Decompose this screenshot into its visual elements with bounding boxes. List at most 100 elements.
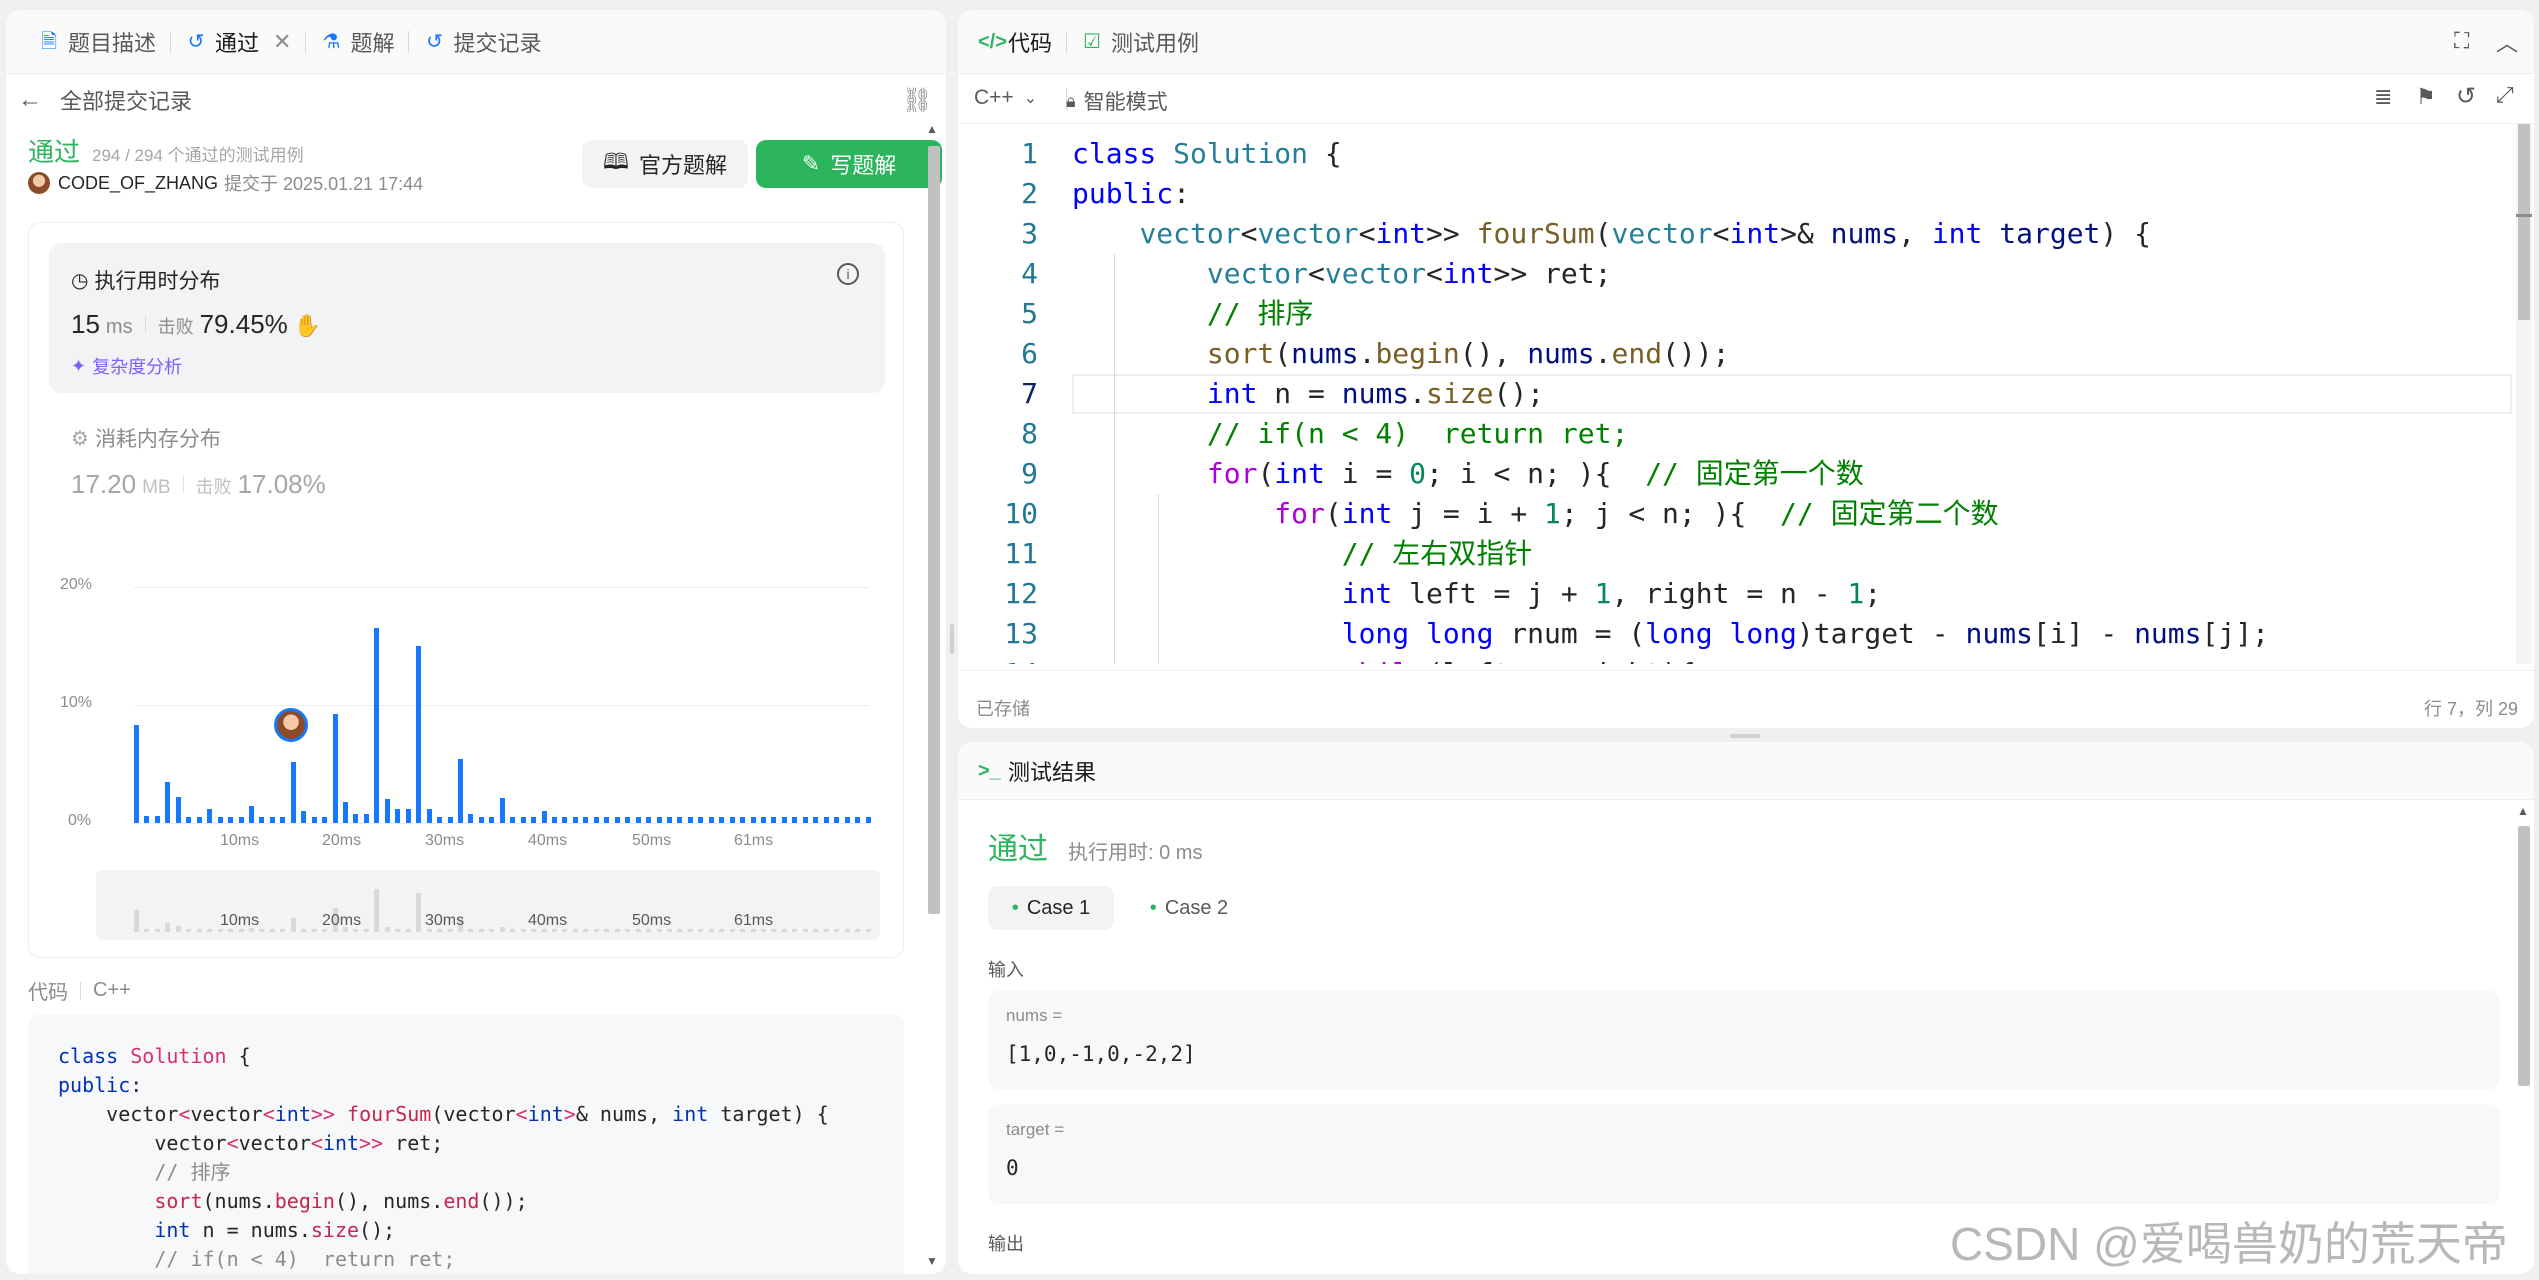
back-row[interactable]: ← 全部提交记录: [18, 80, 192, 120]
memory-box[interactable]: ⚙ 消耗内存分布 17.20 MB 击败 17.08%: [71, 423, 326, 500]
cursor-position: 行 7，列 29: [2424, 699, 2519, 719]
editor-toolbar: C++ ⌄ 🔒︎ 智能模式 ≣ ⚑ ↺ ⤢: [958, 74, 2534, 124]
case-1-tab[interactable]: • Case 1: [988, 886, 1114, 930]
link-icon[interactable]: ⛓: [902, 86, 932, 115]
line-number: 2: [1021, 177, 1038, 210]
line-number: 6: [1021, 337, 1038, 370]
line-number: 8: [1021, 417, 1038, 450]
left-scrollbar[interactable]: ▲ ▼: [924, 118, 942, 1274]
vertical-splitter[interactable]: [950, 624, 954, 654]
result-scrollbar[interactable]: ▲: [2514, 800, 2532, 1274]
tab-description[interactable]: 🗎 题目描述: [24, 10, 170, 74]
write-solution-button[interactable]: ✎ 写题解: [756, 140, 942, 188]
username[interactable]: CODE_OF_ZHANG: [58, 173, 218, 194]
user-row: CODE_OF_ZHANG 提交于 2025.01.21 17:44: [28, 170, 423, 196]
submitted-code-block: class Solution { public: vector<vector<i…: [28, 1014, 904, 1274]
left-tab-bar: 🗎 题目描述 ↺ 通过 ✕ ⚗ 题解 ↺ 提交记录: [6, 10, 946, 74]
param-name: target =: [1006, 1120, 1065, 1139]
line-number: 1: [1021, 137, 1038, 170]
line-number: 12: [1004, 577, 1038, 610]
code-icon: </>: [978, 30, 1007, 53]
test-result-panel: >_ 测试结果 通过 执行用时: 0 ms • Case 1 • Case 2 输入 …: [958, 742, 2534, 1274]
clap-icon: ✋: [293, 313, 322, 338]
lock-icon: 🔒︎: [1066, 90, 1076, 111]
runtime-title: 执行用时分布: [94, 270, 221, 293]
output-label: 输出: [988, 1234, 1024, 1254]
runtime-box[interactable]: ◷ 执行用时分布 i 15 ms 击败 79.45% ✋ ✦ 复杂度分析: [49, 243, 885, 393]
result-status: 通过: [988, 833, 1048, 866]
tab-submissions[interactable]: ↺ 提交记录: [409, 10, 555, 74]
code-label: 代码: [28, 982, 68, 1004]
editor-tab-bar: </> 代码 ☑ 测试用例 ⛶ ︿: [958, 10, 2534, 74]
history-icon: ↺: [426, 30, 443, 53]
editor-scroll-thumb[interactable]: [2518, 124, 2530, 320]
param-name: nums =: [1006, 1006, 1063, 1025]
submitted-at: 提交于 2025.01.21 17:44: [224, 174, 424, 194]
cases-passed: 294 / 294 个通过的测试用例: [92, 146, 304, 165]
tab-test-result[interactable]: >_ 测试结果: [964, 742, 1110, 800]
code-editor[interactable]: 1234567891011121314 class Solution { pub…: [958, 124, 2514, 664]
line-number: 5: [1021, 297, 1038, 330]
complexity-analysis-link[interactable]: ✦ 复杂度分析: [71, 353, 182, 379]
param-value: 0: [1006, 1156, 1019, 1180]
official-solution-button[interactable]: 🕮 官方题解: [582, 140, 748, 188]
scroll-down-icon[interactable]: ▼: [926, 1254, 938, 1268]
avatar[interactable]: [28, 172, 50, 194]
edit-icon: ✎: [801, 151, 821, 176]
status-label: 通过: [28, 137, 81, 167]
editor-scrollbar[interactable]: [2516, 124, 2532, 664]
param-nums-box: nums = [1,0,-1,0,-2,2]: [988, 990, 2500, 1090]
memory-beats-value: 17.08%: [237, 469, 326, 499]
line-number: 9: [1021, 457, 1038, 490]
result-runtime: 执行用时: 0 ms: [1068, 842, 1203, 864]
stats-card: ◷ 执行用时分布 i 15 ms 击败 79.45% ✋ ✦ 复杂度分析 ⚙ 消…: [28, 222, 904, 958]
horizontal-splitter[interactable]: [1730, 734, 1760, 738]
scroll-thumb[interactable]: [928, 146, 940, 914]
test-result-tab-bar: >_ 测试结果: [958, 742, 2534, 800]
chip-icon: ⚙: [71, 427, 89, 450]
bookmark-icon[interactable]: ⚑: [2416, 84, 2436, 110]
clock-icon: ◷: [71, 269, 89, 292]
close-icon[interactable]: ✕: [273, 29, 291, 55]
terminal-icon: >_: [978, 759, 1001, 782]
fullscreen-icon[interactable]: ⛶: [2454, 28, 2469, 54]
left-panel: 🗎 题目描述 ↺ 通过 ✕ ⚗ 题解 ↺ 提交记录 ← 全部提交记录 ⛓ 通过 294 /…: [6, 10, 946, 1274]
status-row: 通过 294 / 294 个通过的测试用例: [28, 132, 304, 169]
memory-beats-label: 击败: [195, 477, 232, 497]
result-summary: 通过 执行用时: 0 ms: [988, 824, 1202, 868]
tab-solutions[interactable]: ⚗ 题解: [306, 10, 408, 74]
param-value: [1,0,-1,0,-2,2]: [1006, 1042, 1196, 1066]
reset-icon[interactable]: ↺: [2456, 82, 2476, 111]
scroll-up-icon[interactable]: ▲: [926, 122, 938, 136]
case-2-tab[interactable]: • Case 2: [1126, 886, 1252, 930]
editor-status-bar: 已存储 行 7，列 29: [958, 670, 2534, 728]
chevron-down-icon: ⌄: [1023, 90, 1038, 107]
tab-accepted[interactable]: ↺ 通过 ✕: [171, 10, 305, 74]
line-number: 11: [1004, 537, 1038, 570]
collapse-icon[interactable]: ︿: [2496, 26, 2518, 58]
runtime-value: 15: [71, 309, 100, 339]
info-icon[interactable]: i: [837, 263, 859, 285]
line-number: 4: [1021, 257, 1038, 290]
document-icon: 🗎: [40, 30, 58, 53]
language-select[interactable]: C++ ⌄: [974, 86, 1037, 110]
result-scroll-thumb[interactable]: [2518, 826, 2530, 1086]
code-lang: C++: [93, 979, 131, 1001]
tab-code[interactable]: </> 代码: [964, 10, 1066, 74]
pass-dot-icon: •: [1149, 896, 1157, 919]
smart-mode-toggle[interactable]: 🔒︎ 智能模式: [1066, 86, 1168, 116]
flask-icon: ⚗: [322, 30, 341, 53]
memory-unit: MB: [142, 477, 171, 498]
code-section-header: 代码 C++: [28, 976, 131, 1005]
runtime-unit: ms: [105, 316, 133, 338]
memory-value: 17.20: [71, 469, 137, 499]
tab-testcases[interactable]: ☑ 测试用例: [1067, 10, 1213, 74]
memory-title: 消耗内存分布: [94, 428, 221, 451]
editor-panel: </> 代码 ☑ 测试用例 ⛶ ︿ C++ ⌄ 🔒︎ 智能模式 ≣ ⚑ ↺ ⤢ 12…: [958, 10, 2534, 728]
format-icon[interactable]: ≣: [2374, 84, 2392, 110]
expand-icon[interactable]: ⤢: [2496, 82, 2514, 108]
line-number: 14: [958, 654, 1038, 664]
pass-dot-icon: •: [1011, 896, 1019, 919]
scroll-up-icon[interactable]: ▲: [2517, 804, 2529, 818]
arrow-left-icon[interactable]: ←: [18, 86, 42, 114]
